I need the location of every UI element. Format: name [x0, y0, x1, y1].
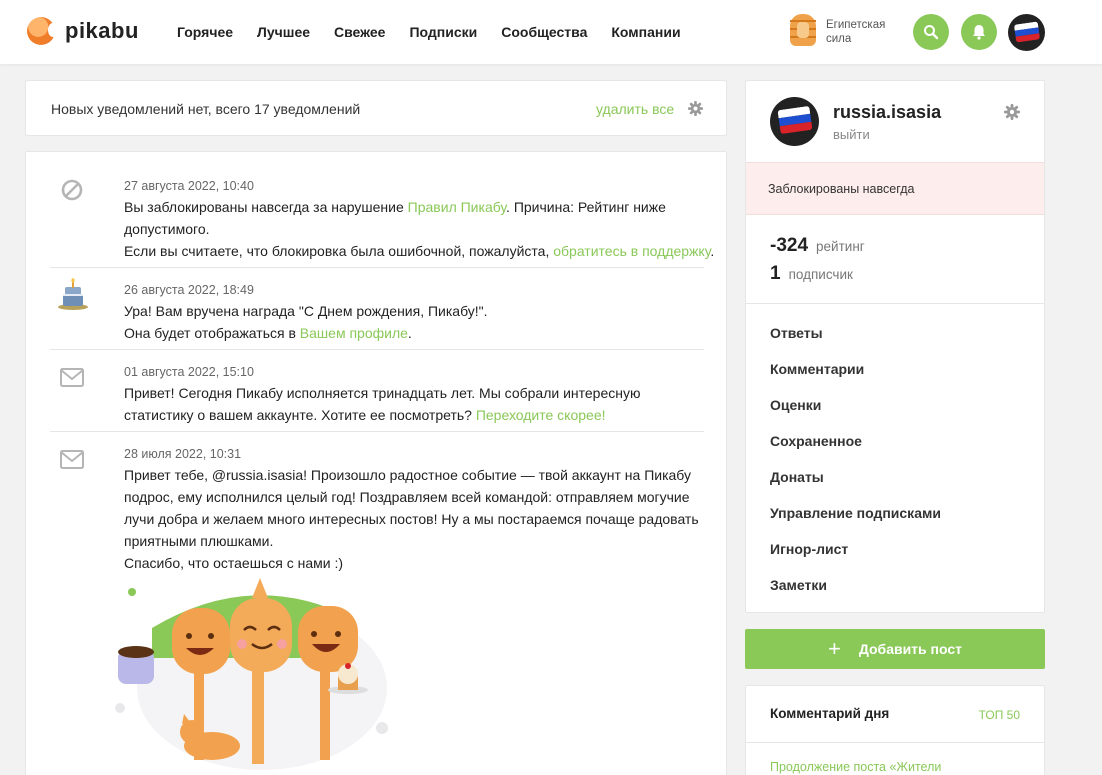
menu-ratings[interactable]: Оценки — [770, 397, 821, 413]
birthday-cake-icon — [58, 278, 88, 310]
delete-all-link[interactable]: удалить все — [596, 101, 674, 117]
notification-date: 01 августа 2022, 15:10 — [124, 365, 254, 379]
pikabu-logo-icon — [27, 17, 58, 45]
nav-best[interactable]: Лучшее — [257, 24, 310, 40]
nav-subscriptions[interactable]: Подписки — [409, 24, 477, 40]
text-part: . — [710, 243, 715, 259]
profile-avatar[interactable] — [770, 97, 819, 146]
text-part: Вы заблокированы навсегда за нарушение — [124, 199, 408, 215]
divider — [746, 742, 1044, 743]
menu-ignore-list[interactable]: Игнор-лист — [770, 541, 848, 557]
rules-link[interactable]: Правил Пикабу — [408, 199, 506, 215]
header-avatar[interactable] — [1008, 14, 1045, 51]
add-post-button[interactable]: + Добавить пост — [745, 629, 1045, 669]
envelope-icon — [60, 450, 84, 469]
comment-of-day-card: Комментарий дня ТОП 50 Продолжение поста… — [745, 685, 1045, 775]
ban-icon — [61, 179, 83, 201]
banned-text: Заблокированы навсегда — [768, 182, 915, 196]
profile-username[interactable]: russia.isasia — [833, 102, 941, 123]
menu-comments[interactable]: Комментарии — [770, 361, 864, 377]
bell-icon — [973, 25, 985, 40]
notification-date: 27 августа 2022, 10:40 — [124, 179, 254, 193]
russia-flag-icon — [1013, 21, 1041, 43]
text-part: Спасибо, что остаешься с нами :) — [124, 555, 344, 571]
notification-item: 27 августа 2022, 10:40 Вы заблокированы … — [50, 166, 714, 268]
notifications-button[interactable] — [961, 14, 997, 50]
pharaoh-icon — [787, 14, 819, 50]
profile-card: russia.isasia выйти Заблокированы навсег… — [745, 80, 1045, 613]
subscribers-stat: 1 подписчик — [770, 263, 853, 285]
notification-text: Ура! Вам вручена награда "С Днем рождени… — [124, 300, 724, 344]
notification-text: Привет! Сегодня Пикабу исполняется трина… — [124, 382, 684, 426]
comment-of-day-link[interactable]: Продолжение поста «Жители — [770, 760, 941, 774]
nav-communities[interactable]: Сообщества — [501, 24, 587, 40]
plus-icon: + — [827, 636, 841, 661]
text-part: . — [407, 325, 412, 341]
gear-icon[interactable] — [688, 101, 703, 116]
badge-label-line1: Египетская — [826, 19, 886, 31]
notification-item: 01 августа 2022, 15:10 Привет! Сегодня П… — [50, 350, 704, 432]
text-part: Если вы считаете, что блокировка была ош… — [124, 243, 554, 259]
text-part: Привет тебе, @russia.isasia! Произошло р… — [124, 467, 699, 549]
notification-item: 26 августа 2022, 18:49 Ура! Вам вручена … — [50, 268, 704, 350]
nav-companies[interactable]: Компании — [611, 24, 680, 40]
notification-date: 26 августа 2022, 18:49 — [124, 283, 254, 297]
pikabu-logo[interactable]: pikabu — [27, 17, 139, 45]
profile-link[interactable]: Вашем профиле — [300, 325, 408, 341]
menu-replies[interactable]: Ответы — [770, 325, 823, 341]
logout-link[interactable]: выйти — [833, 127, 870, 142]
gear-icon[interactable] — [1004, 104, 1020, 120]
subscribers-value: 1 — [770, 263, 781, 284]
rating-value: -324 — [770, 235, 809, 256]
main-nav: Горячее Лучшее Свежее Подписки Сообществ… — [177, 0, 705, 64]
envelope-icon — [60, 368, 84, 387]
menu-manage-subscriptions[interactable]: Управление подписками — [770, 505, 941, 521]
notification-text: Привет тебе, @russia.isasia! Произошло р… — [124, 464, 714, 574]
top-header: pikabu Горячее Лучшее Свежее Подписки Со… — [0, 0, 1102, 64]
nav-fresh[interactable]: Свежее — [334, 24, 385, 40]
notification-text: Вы заблокированы навсегда за нарушение П… — [124, 196, 724, 262]
logo-text: pikabu — [65, 18, 139, 43]
menu-donations[interactable]: Донаты — [770, 469, 824, 485]
notification-item: 28 июля 2022, 10:31 Привет тебе, @russia… — [50, 432, 704, 775]
support-link[interactable]: обратитесь в поддержку — [553, 243, 710, 259]
search-icon — [924, 25, 939, 40]
badge-label-line2: сила — [826, 33, 852, 45]
add-post-label: Добавить пост — [858, 641, 963, 657]
russia-flag-icon — [777, 105, 813, 135]
text-part: Она будет отображаться в — [124, 325, 300, 341]
comment-of-day-title: Комментарий дня — [770, 706, 890, 721]
statistics-link[interactable]: Переходите скорее! — [476, 407, 606, 423]
top50-link[interactable]: ТОП 50 — [979, 708, 1020, 722]
subscribers-label: подписчик — [788, 266, 853, 282]
notifications-summary: Новых уведомлений нет, всего 17 уведомле… — [51, 101, 361, 117]
banned-notice: Заблокированы навсегда — [746, 162, 1044, 215]
rating-label: рейтинг — [816, 238, 865, 254]
notification-date: 28 июля 2022, 10:31 — [124, 447, 242, 461]
celebration-illustration — [115, 578, 388, 770]
rating-stat: -324 рейтинг — [770, 235, 865, 257]
nav-hot[interactable]: Горячее — [177, 24, 233, 40]
menu-saved[interactable]: Сохраненное — [770, 433, 862, 449]
notifications-feed: 27 августа 2022, 10:40 Вы заблокированы … — [25, 151, 727, 775]
text-part: Ура! Вам вручена награда "С Днем рождени… — [124, 303, 488, 319]
menu-notes[interactable]: Заметки — [770, 577, 827, 593]
user-badge[interactable]: Египетская сила — [787, 14, 896, 50]
notifications-summary-bar: Новых уведомлений нет, всего 17 уведомле… — [25, 80, 727, 136]
divider — [746, 303, 1044, 304]
search-button[interactable] — [913, 14, 949, 50]
